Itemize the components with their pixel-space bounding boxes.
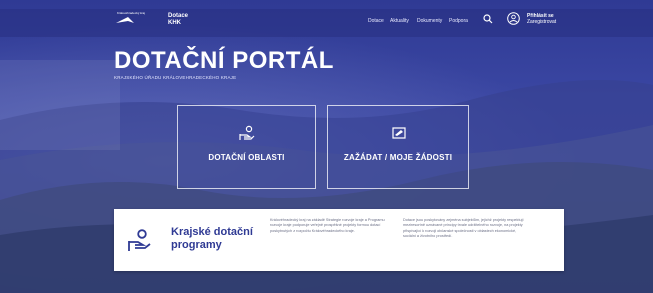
nav-item-podpora[interactable]: Podpora (449, 18, 468, 24)
page-subtitle: KRAJSKÉHO ÚŘADU KRÁLOVEHRADECKÉHO KRAJE (114, 75, 237, 80)
nav-item-dotace[interactable]: Dotace (368, 18, 384, 24)
page: Královéhradecký kraj Dotace KHK Dotace A… (0, 0, 653, 293)
card-title-line1: Krajské dotační (171, 226, 253, 238)
hand-coin-icon (239, 125, 255, 140)
hand-coin-icon (128, 229, 151, 251)
page-title: DOTAČNÍ PORTÁL (114, 47, 334, 74)
card-description-2: Dotace jsou poskytovány zejména subjektů… (403, 218, 524, 239)
tile-dotacni-oblasti[interactable]: DOTAČNÍ OBLASTI (177, 105, 316, 189)
tile-zazadat[interactable]: ZAŽÁDAT / MOJE ŽÁDOSTI (327, 105, 469, 189)
register-line: Zaregistrovat (527, 19, 557, 25)
document-pen-icon (392, 127, 406, 139)
search-icon[interactable] (483, 14, 493, 24)
nav-item-dokumenty[interactable]: Dokumenty (417, 18, 442, 24)
login-link[interactable]: Přihlásit se Zaregistrovat (527, 13, 556, 25)
card-title: Krajské dotační programy (171, 226, 253, 252)
brand-name-line1: Dotace (168, 13, 189, 19)
card-title-line2: programy (171, 239, 222, 251)
portal-logo-text[interactable]: Dotace KHK (168, 13, 188, 27)
region-label: Královéhradecký kraj (117, 11, 146, 15)
brand-name-line2: KHK (168, 20, 181, 26)
tile-label: ZAŽÁDAT / MOJE ŽÁDOSTI (343, 153, 453, 162)
card-description-1: Královéhradecký kraj na základě Strategi… (270, 218, 385, 233)
krajske-dotacni-programy-card[interactable]: Krajské dotační programy Královéhradecký… (114, 209, 564, 271)
user-icon[interactable] (507, 12, 520, 25)
tile-label: DOTAČNÍ OBLASTI (208, 153, 285, 162)
nav-item-aktuality[interactable]: Aktuality (390, 18, 409, 24)
